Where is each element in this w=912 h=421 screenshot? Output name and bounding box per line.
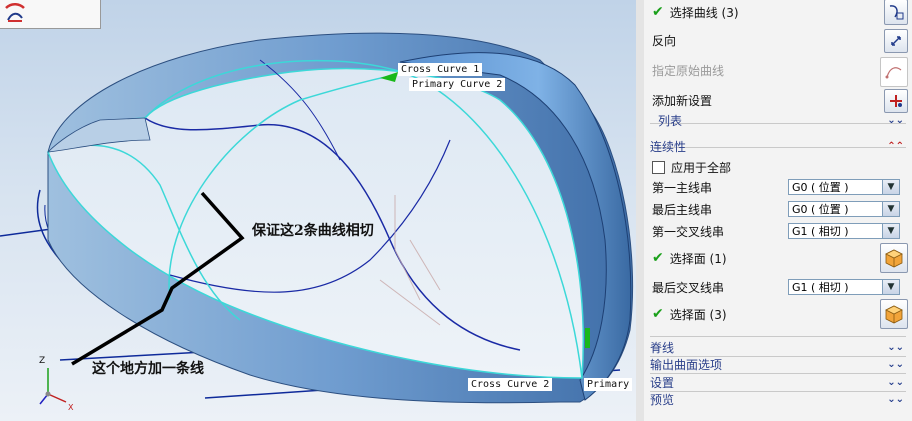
- axis-triad-icon: [39, 368, 67, 405]
- last-cross-select[interactable]: G1 ( 相切 ) ▼: [788, 279, 900, 295]
- check-icon: ✔: [652, 250, 664, 266]
- continuity-section-header[interactable]: 连续性 ⌃⌃: [650, 139, 908, 154]
- dropdown-arrow-icon: ▼: [882, 202, 899, 216]
- section-divider: [650, 336, 906, 337]
- continuity-label: 连续性: [650, 140, 687, 154]
- list-label: 列表: [658, 114, 683, 128]
- section-divider: [650, 373, 906, 374]
- add-curve-annotation: 这个地方加一条线: [92, 361, 204, 377]
- chevron-down-icon: ⌄⌄: [887, 342, 904, 353]
- reverse-row[interactable]: 反向: [652, 29, 908, 51]
- output-surface-options-label: 输出曲面选项: [650, 358, 723, 372]
- primary-label: Primary: [584, 378, 633, 391]
- chevron-down-icon: ⌄⌄: [887, 115, 904, 126]
- dropdown-arrow-icon: ▼: [882, 280, 899, 294]
- reverse-label: 反向: [652, 33, 677, 48]
- last-primary-value: G0 ( 位置 ): [792, 203, 849, 216]
- apply-all-row[interactable]: 应用于全部: [652, 156, 908, 178]
- origin-curve-icon: [885, 67, 902, 79]
- spine-label: 脊线: [650, 341, 675, 355]
- cross-curve-1-label: Cross Curve 1: [398, 63, 483, 76]
- first-primary-value: G0 ( 位置 ): [792, 181, 849, 194]
- check-icon: ✔: [652, 306, 664, 322]
- chevron-down-icon: ⌄⌄: [887, 377, 904, 388]
- add-set-icon: [890, 95, 902, 107]
- reverse-direction-icon: [891, 36, 901, 46]
- output-surface-options-header[interactable]: 输出曲面选项 ⌄⌄: [650, 357, 908, 372]
- dropdown-arrow-icon: ▼: [882, 180, 899, 194]
- select-face-3-row[interactable]: ✔ 选择面 (3): [652, 303, 908, 325]
- last-primary-label: 最后主线串: [652, 203, 713, 217]
- select-curve-row[interactable]: ✔ 选择曲线 (3): [652, 1, 908, 23]
- reverse-button[interactable]: [884, 29, 908, 53]
- preview-label: 预览: [650, 393, 675, 407]
- primary-curve-2-label: Primary Curve 2: [409, 78, 506, 91]
- first-cross-value: G1 ( 相切 ): [792, 225, 849, 238]
- select-curve-button[interactable]: [884, 0, 908, 25]
- nx-logo-icon: [5, 3, 25, 22]
- specify-origin-curve-row: 指定原始曲线: [652, 59, 908, 81]
- select-face-3-button[interactable]: [880, 299, 908, 329]
- curve-select-icon: [889, 5, 904, 20]
- chevron-down-icon: ⌄⌄: [887, 359, 904, 370]
- face-cube-icon: [885, 305, 903, 324]
- graphics-viewport[interactable]: Cross Curve 1 Primary Curve 2 Cross Curv…: [0, 0, 636, 421]
- last-primary-select[interactable]: G0 ( 位置 ) ▼: [788, 201, 900, 217]
- select-face-1-row[interactable]: ✔ 选择面 (1): [652, 247, 908, 269]
- face-cube-icon: [885, 249, 903, 268]
- first-primary-select[interactable]: G0 ( 位置 ) ▼: [788, 179, 900, 195]
- check-icon: ✔: [652, 4, 664, 20]
- select-face-1-label: 选择面 (1): [669, 251, 727, 266]
- tangent-annotation: 保证这2条曲线相切: [252, 223, 374, 239]
- first-cross-select[interactable]: G1 ( 相切 ) ▼: [788, 223, 900, 239]
- specify-origin-curve-button: [880, 57, 908, 87]
- apply-all-checkbox[interactable]: [652, 160, 665, 174]
- settings-section-header[interactable]: 设置 ⌄⌄: [650, 375, 908, 390]
- first-primary-label: 第一主线串: [652, 181, 713, 195]
- add-new-set-label: 添加新设置: [652, 93, 713, 108]
- axis-z-label: Z: [39, 356, 46, 366]
- chevron-up-icon: ⌃⌃: [887, 141, 904, 152]
- first-cross-label: 第一交叉线串: [652, 225, 725, 239]
- chevron-down-icon: ⌄⌄: [887, 394, 904, 405]
- spine-section-header[interactable]: 脊线 ⌄⌄: [650, 340, 908, 355]
- dropdown-arrow-icon: ▼: [882, 224, 899, 238]
- select-face-1-button[interactable]: [880, 243, 908, 273]
- axis-x-label: X: [68, 403, 74, 412]
- panel-divider: [636, 0, 644, 421]
- select-curve-label: 选择曲线 (3): [669, 5, 739, 20]
- add-new-set-button[interactable]: [884, 89, 908, 113]
- list-section-header[interactable]: 列表 ⌄⌄: [658, 113, 908, 128]
- nx-logo-box: [0, 0, 101, 29]
- cross-curve-2-label: Cross Curve 2: [468, 378, 553, 391]
- last-cross-value: G1 ( 相切 ): [792, 281, 849, 294]
- add-new-set-row[interactable]: 添加新设置: [652, 89, 908, 111]
- last-cross-label: 最后交叉线串: [652, 281, 725, 295]
- apply-all-label: 应用于全部: [671, 160, 732, 175]
- settings-label: 设置: [650, 376, 675, 390]
- preview-section-header[interactable]: 预览 ⌄⌄: [650, 392, 908, 407]
- through-curve-mesh-dialog: ✔ 选择曲线 (3) 反向 指定原始曲线 添加新设置 列表 ⌄⌄ 连续性 ⌃⌃ …: [644, 0, 912, 421]
- specify-origin-curve-label: 指定原始曲线: [652, 63, 725, 78]
- select-face-3-label: 选择面 (3): [669, 307, 727, 322]
